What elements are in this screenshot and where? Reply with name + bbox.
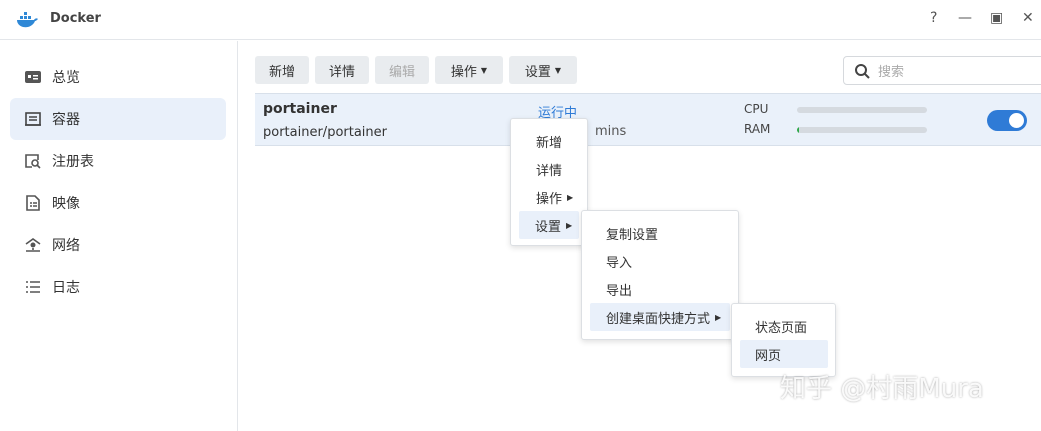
context-menu: 新增 详情 操作 ▶ 设置 ▶ xyxy=(510,118,588,246)
sidebar-item-registry[interactable]: 注册表 xyxy=(10,140,226,182)
search-placeholder: 搜索 xyxy=(878,65,905,80)
container-toggle[interactable] xyxy=(987,110,1027,131)
watermark: 知乎 @村雨Mura xyxy=(780,374,984,404)
menu-item-label: 操作 xyxy=(536,191,563,207)
menu-item-details[interactable]: 详情 xyxy=(512,155,574,183)
container-image: portainer/portainer xyxy=(263,125,387,140)
sidebar-item-overview[interactable]: 总览 xyxy=(10,56,226,98)
menu-item-settings[interactable]: 设置 ▶ xyxy=(519,211,579,239)
sidebar-item-label: 注册表 xyxy=(52,154,94,170)
settings-submenu: 复制设置 导入 导出 创建桌面快捷方式 ▶ xyxy=(581,210,739,340)
caret-down-icon: ▼ xyxy=(554,65,562,75)
settings-dropdown[interactable]: 设置 ▼ xyxy=(509,56,577,84)
details-button[interactable]: 详情 xyxy=(315,56,369,84)
list-icon xyxy=(26,281,40,293)
sidebar-item-label: 日志 xyxy=(52,280,80,296)
app-title: Docker xyxy=(50,11,101,26)
network-icon xyxy=(25,238,41,252)
search-icon xyxy=(855,63,870,79)
image-icon xyxy=(26,195,40,211)
sidebar-item-images[interactable]: 映像 xyxy=(10,182,226,224)
table-row[interactable]: portainer portainer/portainer 运行中 mins C… xyxy=(255,93,1041,146)
minimize-button[interactable]: — xyxy=(958,10,972,26)
menu-item-import[interactable]: 导入 xyxy=(590,247,730,275)
action-dropdown[interactable]: 操作 ▼ xyxy=(435,56,503,84)
caret-right-icon: ▶ xyxy=(715,312,722,322)
help-button[interactable]: ? xyxy=(930,10,937,26)
sidebar-item-label: 映像 xyxy=(52,196,80,212)
maximize-button[interactable]: ▣ xyxy=(990,10,1003,26)
ram-bar xyxy=(797,127,927,133)
menu-item-new[interactable]: 新增 xyxy=(512,127,574,155)
sidebar-item-label: 容器 xyxy=(52,112,80,128)
cpu-label: CPU xyxy=(744,102,769,116)
menu-item-webpage[interactable]: 网页 xyxy=(740,340,828,368)
ram-label: RAM xyxy=(744,122,771,136)
menu-item-export[interactable]: 导出 xyxy=(590,275,730,303)
caret-down-icon: ▼ xyxy=(480,65,488,75)
sidebar-item-logs[interactable]: 日志 xyxy=(10,266,226,308)
uptime: mins xyxy=(595,124,627,139)
container-icon xyxy=(25,112,41,126)
sidebar-item-containers[interactable]: 容器 xyxy=(10,98,226,140)
docker-logo-icon xyxy=(17,12,38,28)
menu-item-create-shortcut[interactable]: 创建桌面快捷方式 ▶ xyxy=(590,303,730,331)
ram-bar-fill xyxy=(797,127,799,133)
action-label: 操作 xyxy=(450,64,477,80)
container-name: portainer xyxy=(263,101,337,117)
shortcut-submenu: 状态页面 网页 xyxy=(731,303,836,377)
sidebar: 总览 容器 注册表 映像 网络 日志 xyxy=(0,41,238,431)
close-button[interactable]: ✕ xyxy=(1022,10,1034,26)
new-button[interactable]: 新增 xyxy=(255,56,309,84)
title-bar: Docker ? — ▣ ✕ xyxy=(0,0,1041,40)
menu-item-label: 设置 xyxy=(535,219,562,235)
edit-button[interactable]: 编辑 xyxy=(375,56,429,84)
caret-right-icon: ▶ xyxy=(567,192,574,202)
menu-item-action[interactable]: 操作 ▶ xyxy=(512,183,574,211)
menu-item-status-page[interactable]: 状态页面 xyxy=(740,312,828,340)
menu-item-label: 创建桌面快捷方式 xyxy=(606,311,711,327)
sidebar-item-label: 总览 xyxy=(52,70,80,86)
menu-item-copy-settings[interactable]: 复制设置 xyxy=(590,219,730,247)
registry-icon xyxy=(25,154,41,169)
sidebar-item-network[interactable]: 网络 xyxy=(10,224,226,266)
settings-label: 设置 xyxy=(524,64,551,80)
sidebar-item-label: 网络 xyxy=(52,238,80,254)
cpu-bar xyxy=(797,107,927,113)
overview-icon xyxy=(25,71,41,83)
caret-right-icon: ▶ xyxy=(566,220,573,230)
search-input[interactable]: 搜索 xyxy=(843,56,1041,85)
